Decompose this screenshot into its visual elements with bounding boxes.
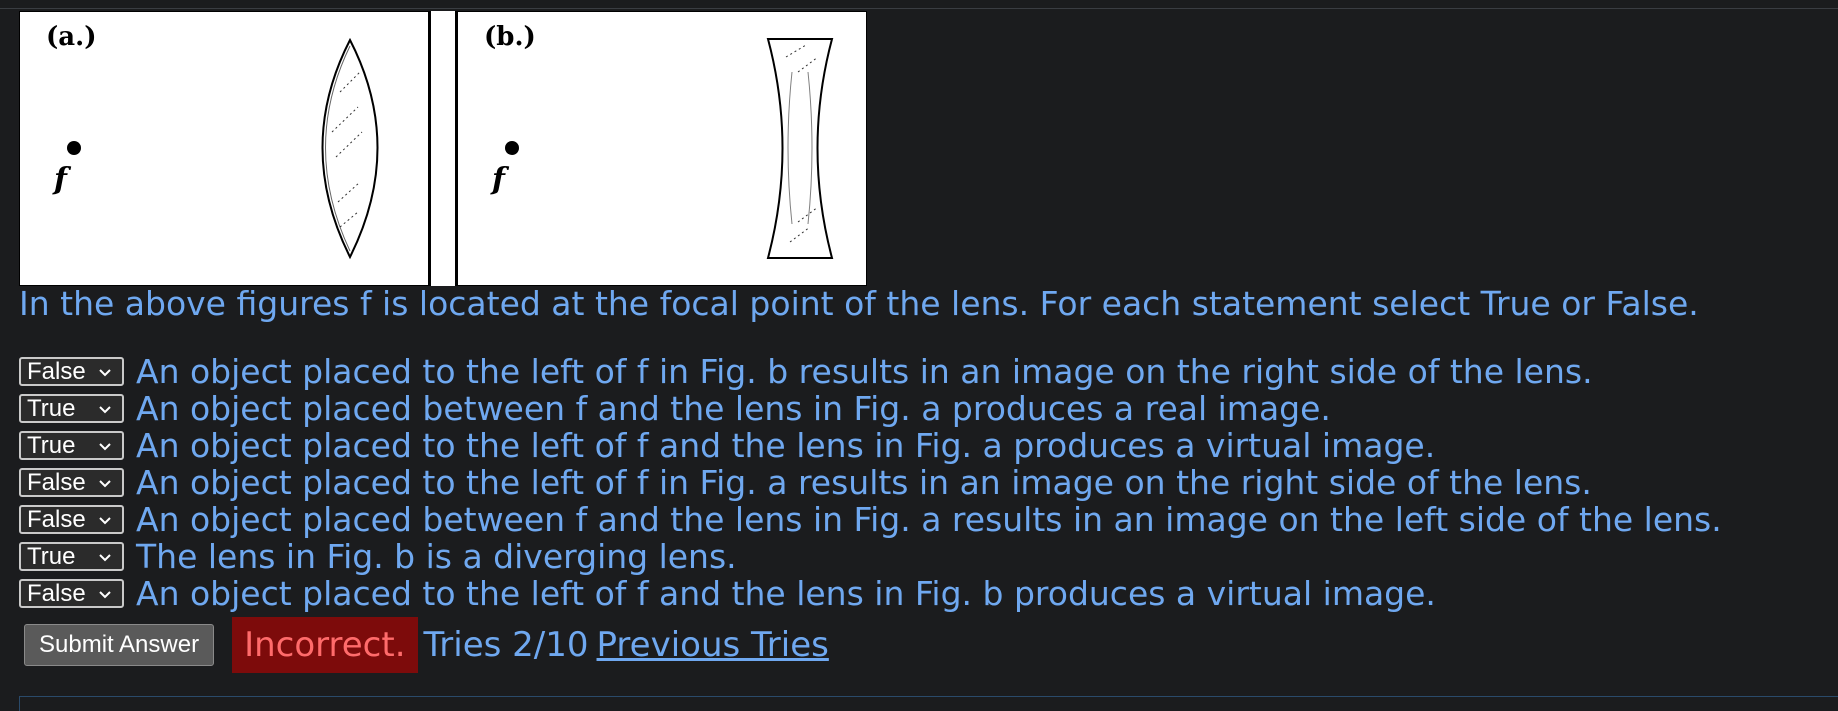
statement-text: An object placed to the left of f in Fig… bbox=[136, 352, 1593, 391]
bottom-divider-edge bbox=[19, 696, 20, 711]
select-value: False bbox=[27, 357, 86, 385]
select-value: True bbox=[27, 394, 76, 422]
bottom-divider bbox=[19, 696, 1838, 697]
true-false-select[interactable]: False bbox=[19, 357, 124, 386]
statement-text: An object placed between f and the lens … bbox=[136, 500, 1722, 539]
focal-point-dot bbox=[505, 141, 519, 155]
statement-row: False An object placed to the left of f … bbox=[19, 463, 1722, 502]
statement-text: An object placed to the left of f and th… bbox=[136, 426, 1436, 465]
top-divider bbox=[0, 8, 1838, 9]
figure-b-focal-label: f bbox=[492, 162, 505, 197]
statement-text: An object placed to the left of f and th… bbox=[136, 574, 1436, 613]
chevron-down-icon bbox=[99, 443, 111, 451]
select-value: False bbox=[27, 505, 86, 533]
status-badge: Incorrect. bbox=[232, 617, 418, 673]
statement-list: False An object placed to the left of f … bbox=[19, 352, 1722, 613]
statement-text: An object placed between f and the lens … bbox=[136, 389, 1331, 428]
statement-row: False An object placed between f and the… bbox=[19, 500, 1722, 539]
true-false-select[interactable]: True bbox=[19, 431, 124, 460]
select-value: True bbox=[27, 542, 76, 570]
select-value: False bbox=[27, 579, 86, 607]
true-false-select[interactable]: False bbox=[19, 579, 124, 608]
chevron-down-icon bbox=[99, 591, 111, 599]
statement-row: True The lens in Fig. b is a diverging l… bbox=[19, 537, 1722, 576]
chevron-down-icon bbox=[99, 480, 111, 488]
statement-row: False An object placed to the left of f … bbox=[19, 574, 1722, 613]
statement-row: False An object placed to the left of f … bbox=[19, 352, 1722, 391]
converging-lens-shape bbox=[321, 37, 379, 260]
focal-point-dot bbox=[67, 141, 81, 155]
chevron-down-icon bbox=[99, 369, 111, 377]
statement-row: True An object placed to the left of f a… bbox=[19, 426, 1722, 465]
submit-answer-button[interactable]: Submit Answer bbox=[24, 624, 215, 666]
converging-lens-drawing bbox=[67, 37, 379, 260]
previous-tries-link[interactable]: Previous Tries bbox=[597, 625, 829, 665]
chevron-down-icon bbox=[99, 554, 111, 562]
select-value: False bbox=[27, 468, 86, 496]
true-false-select[interactable]: False bbox=[19, 505, 124, 534]
true-false-select[interactable]: True bbox=[19, 394, 124, 423]
answer-actions: Submit Answer Incorrect. Tries 2/10 Prev… bbox=[24, 617, 829, 673]
chevron-down-icon bbox=[99, 406, 111, 414]
true-false-select[interactable]: False bbox=[19, 468, 124, 497]
diverging-lens-drawing bbox=[505, 38, 834, 259]
figure-b: (b.) f bbox=[457, 11, 867, 286]
statement-row: True An object placed between f and the … bbox=[19, 389, 1722, 428]
lens-figures: (a.) f (b.) f bbox=[19, 11, 869, 286]
select-value: True bbox=[27, 431, 76, 459]
figure-separator bbox=[429, 11, 457, 286]
question-instruction: In the above figures f is located at the… bbox=[19, 284, 1699, 323]
statement-text: The lens in Fig. b is a diverging lens. bbox=[136, 537, 737, 576]
statement-text: An object placed to the left of f in Fig… bbox=[136, 463, 1592, 502]
figure-a-focal-label: f bbox=[54, 162, 67, 197]
diverging-lens-shape bbox=[766, 38, 834, 259]
figure-a: (a.) f bbox=[19, 11, 429, 286]
chevron-down-icon bbox=[99, 517, 111, 525]
tries-counter: Tries 2/10 bbox=[423, 625, 589, 665]
true-false-select[interactable]: True bbox=[19, 542, 124, 571]
